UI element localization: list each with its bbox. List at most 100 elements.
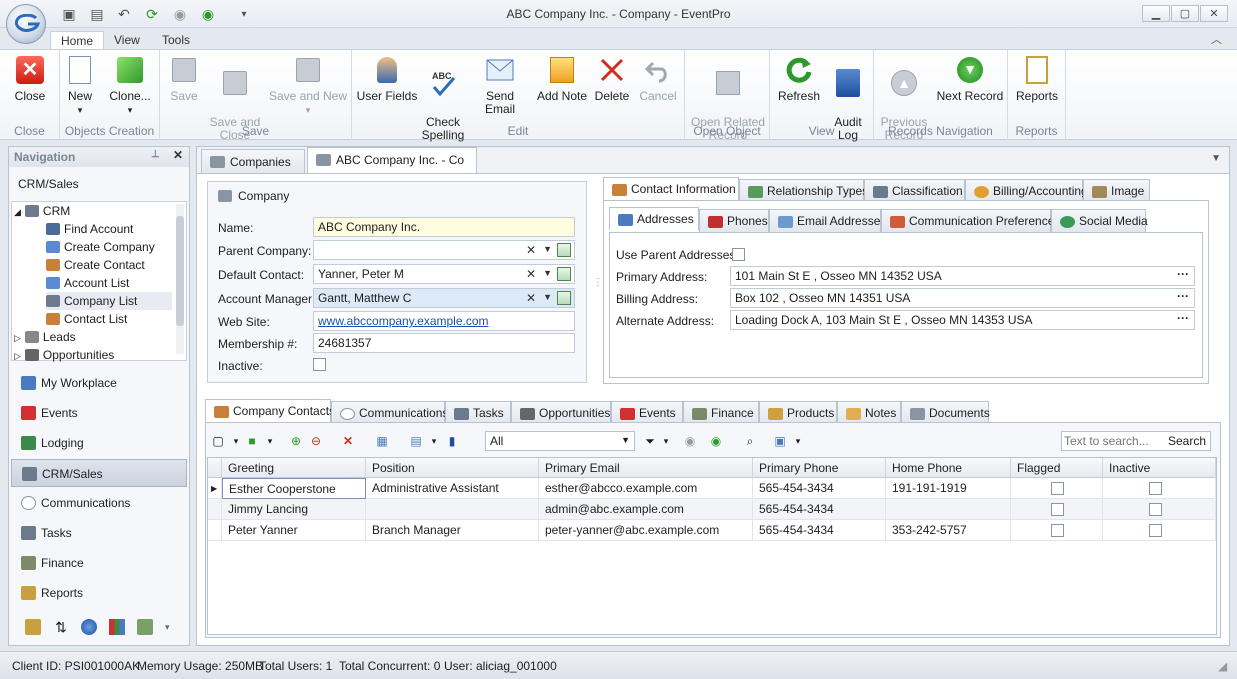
ellipsis-button[interactable]: ···	[1177, 311, 1189, 325]
clear-icon[interactable]: ✕	[526, 243, 536, 257]
save-new-button[interactable]: Save and New ▾	[266, 54, 350, 117]
inactive-row-checkbox[interactable]	[1149, 524, 1162, 537]
tree-item-create-contact[interactable]: Create Contact	[46, 256, 145, 274]
column-header-flagged[interactable]: Flagged	[1011, 458, 1103, 478]
cell-email[interactable]: esther@abcco.example.com	[539, 478, 753, 499]
cell-home-phone[interactable]: 353-242-5757	[886, 520, 1011, 541]
clone-row-icon[interactable]: ■	[243, 432, 261, 450]
search-button[interactable]: Search	[1168, 434, 1206, 448]
tree-item-crm[interactable]: ◢ CRM	[14, 202, 70, 220]
add-row-icon[interactable]: ⊕	[287, 432, 305, 450]
tab-email-addresses[interactable]: Email Addresses	[769, 209, 886, 233]
dropdown-icon[interactable]: ▼	[543, 292, 552, 302]
info-icon[interactable]: ▮	[443, 432, 461, 450]
cell-primary-phone[interactable]: 565-454-3434	[753, 499, 886, 520]
save-button[interactable]: Save	[164, 54, 204, 103]
tree-item-contact-list[interactable]: Contact List	[46, 310, 127, 328]
tab-company-contacts[interactable]: Company Contacts	[205, 399, 335, 423]
column-header-primary-phone[interactable]: Primary Phone	[753, 458, 886, 478]
close-nav-icon[interactable]: ✕	[173, 148, 183, 162]
doc-tab-companies[interactable]: Companies	[201, 149, 305, 174]
close-button[interactable]: ✕ Close	[8, 54, 52, 103]
cell-email[interactable]: peter-yanner@abc.example.com	[539, 520, 753, 541]
tree-item-account-list[interactable]: Account List	[46, 274, 129, 292]
inactive-checkbox[interactable]	[313, 358, 326, 371]
parent-company-field[interactable]: ✕ ▼	[313, 240, 575, 260]
remove-row-icon[interactable]: ⊖	[307, 432, 325, 450]
tab-tools[interactable]: Tools	[152, 31, 200, 51]
refresh-button[interactable]: Refresh	[774, 54, 824, 103]
grid-search-input[interactable]	[1064, 433, 1168, 449]
cell-position[interactable]	[366, 499, 539, 520]
column-header-primary-email[interactable]: Primary Email	[539, 458, 753, 478]
nav-button-communications[interactable]: Communications	[11, 489, 187, 517]
nav-button-finance[interactable]: Finance	[11, 549, 187, 577]
cell-home-phone[interactable]: 191-191-1919	[886, 478, 1011, 499]
tree-item-find-account[interactable]: Find Account	[46, 220, 133, 238]
cell-home-phone[interactable]	[886, 499, 1011, 520]
cell-greeting[interactable]: Esther Cooperstone	[222, 478, 366, 499]
user-fields-button[interactable]: User Fields	[356, 54, 418, 103]
shortcut-chart-icon[interactable]	[109, 619, 125, 635]
column-header-greeting[interactable]: Greeting	[222, 458, 366, 478]
lookup-grid-icon[interactable]	[557, 291, 571, 305]
cell-greeting[interactable]: Peter Yanner	[222, 520, 366, 541]
pin-icon[interactable]: ⊥	[151, 149, 160, 160]
inactive-row-checkbox[interactable]	[1149, 503, 1162, 516]
tree-item-opportunities[interactable]: ▷ Opportunities	[14, 346, 114, 364]
membership-field[interactable]: 24681357	[313, 333, 575, 353]
doc-tabs-dropdown-icon[interactable]: ▼	[1211, 153, 1221, 164]
save-layout-icon[interactable]: ▣	[771, 432, 789, 450]
next-record-button[interactable]: ▼ Next Record	[934, 54, 1006, 103]
default-contact-field[interactable]: Yanner, Peter M ✕ ▼	[313, 264, 575, 284]
grid-next-icon[interactable]: ◉	[707, 432, 725, 450]
nav-button-events[interactable]: Events	[11, 399, 187, 427]
tab-view[interactable]: View	[104, 31, 150, 51]
clone-row-dropdown-icon[interactable]: ▾	[261, 432, 279, 450]
dropdown-icon[interactable]: ▼	[543, 268, 552, 278]
column-header-inactive[interactable]: Inactive	[1103, 458, 1216, 478]
column-header-home-phone[interactable]: Home Phone	[886, 458, 1011, 478]
grid-previous-icon[interactable]: ◉	[681, 432, 699, 450]
send-email-button[interactable]: Send Email	[470, 54, 530, 116]
close-window-button[interactable]: ✕	[1200, 5, 1228, 22]
splitter-handle[interactable]: ⋮	[593, 277, 603, 288]
collapse-ribbon-icon[interactable]: ︿	[1211, 31, 1222, 47]
nav-button-lodging[interactable]: Lodging	[11, 429, 187, 457]
save-layout-dropdown-icon[interactable]: ▾	[789, 432, 807, 450]
tree-item-create-company[interactable]: Create Company	[46, 238, 155, 256]
shortcut-docs-icon[interactable]	[25, 619, 41, 635]
tab-phones[interactable]: Phones	[699, 209, 769, 233]
app-logo-icon[interactable]	[6, 4, 46, 44]
shortcut-globe-icon[interactable]	[81, 619, 97, 635]
export-icon[interactable]: ▤	[407, 432, 425, 450]
cell-position[interactable]: Administrative Assistant	[366, 478, 539, 499]
tab-social-media[interactable]: Social Media	[1051, 209, 1148, 233]
inactive-row-checkbox[interactable]	[1149, 482, 1162, 495]
dropdown-icon[interactable]: ▼	[543, 244, 552, 254]
account-manager-field[interactable]: Gantt, Matthew C ✕ ▼	[313, 288, 575, 308]
add-note-button[interactable]: Add Note	[534, 54, 590, 103]
name-field[interactable]: ABC Company Inc.	[313, 217, 575, 237]
shortcut-sort-icon[interactable]: ⇅	[53, 619, 69, 635]
tab-communication-preferences[interactable]: Communication Preferences	[881, 209, 1060, 233]
column-header-position[interactable]: Position	[366, 458, 539, 478]
nav-button-crm-sales[interactable]: CRM/Sales	[11, 459, 187, 487]
ellipsis-button[interactable]: ···	[1177, 267, 1189, 281]
nav-button-tasks[interactable]: Tasks	[11, 519, 187, 547]
lookup-grid-icon[interactable]	[557, 243, 571, 257]
cell-primary-phone[interactable]: 565-454-3434	[753, 520, 886, 541]
nav-button-reports[interactable]: Reports	[11, 579, 187, 607]
ellipsis-button[interactable]: ···	[1177, 289, 1189, 303]
find-icon[interactable]: ⌕	[741, 432, 759, 450]
billing-address-field[interactable]: Box 102 , Osseo MN 14351 USA ···	[730, 288, 1195, 308]
shortcut-graph-icon[interactable]	[137, 619, 153, 635]
tab-addresses[interactable]: Addresses	[609, 207, 699, 231]
web-site-field[interactable]: www.abccompany.example.com	[313, 311, 575, 331]
web-site-link[interactable]: www.abccompany.example.com	[318, 314, 489, 328]
flagged-checkbox[interactable]	[1051, 524, 1064, 537]
tab-contact-information[interactable]: Contact Information	[603, 177, 739, 201]
new-button[interactable]: New ▾	[62, 54, 98, 117]
nav-button-my-workplace[interactable]: My Workplace	[11, 369, 187, 397]
cell-primary-phone[interactable]: 565-454-3434	[753, 478, 886, 499]
